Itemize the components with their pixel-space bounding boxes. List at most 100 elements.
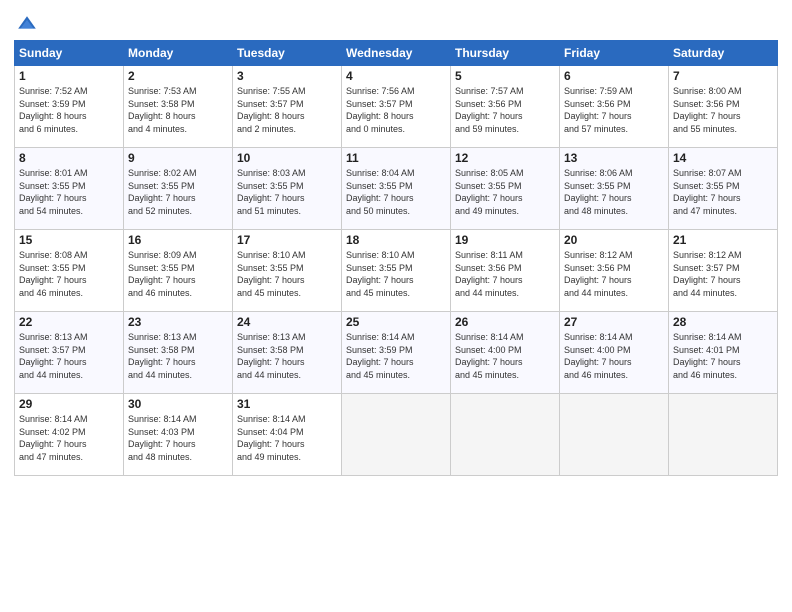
day-detail: Sunrise: 8:12 AMSunset: 3:57 PMDaylight:… bbox=[673, 249, 773, 299]
day-number: 8 bbox=[19, 151, 119, 165]
day-number: 1 bbox=[19, 69, 119, 83]
day-number: 4 bbox=[346, 69, 446, 83]
calendar-day-cell: 11 Sunrise: 8:04 AMSunset: 3:55 PMDayligh… bbox=[342, 148, 451, 230]
day-detail: Sunrise: 8:14 AMSunset: 3:59 PMDaylight:… bbox=[346, 331, 446, 381]
day-detail: Sunrise: 8:09 AMSunset: 3:55 PMDaylight:… bbox=[128, 249, 228, 299]
day-number: 24 bbox=[237, 315, 337, 329]
calendar-day-cell: 2 Sunrise: 7:53 AMSunset: 3:58 PMDaylight… bbox=[124, 66, 233, 148]
calendar-day-cell: 27 Sunrise: 8:14 AMSunset: 4:00 PMDayligh… bbox=[560, 312, 669, 394]
calendar-day-cell: 15 Sunrise: 8:08 AMSunset: 3:55 PMDayligh… bbox=[15, 230, 124, 312]
day-detail: Sunrise: 7:53 AMSunset: 3:58 PMDaylight:… bbox=[128, 85, 228, 135]
day-detail: Sunrise: 8:14 AMSunset: 4:01 PMDaylight:… bbox=[673, 331, 773, 381]
day-of-week-header: Wednesday bbox=[342, 41, 451, 66]
day-number: 5 bbox=[455, 69, 555, 83]
day-detail: Sunrise: 7:57 AMSunset: 3:56 PMDaylight:… bbox=[455, 85, 555, 135]
day-number: 27 bbox=[564, 315, 664, 329]
day-detail: Sunrise: 8:07 AMSunset: 3:55 PMDaylight:… bbox=[673, 167, 773, 217]
day-of-week-header: Tuesday bbox=[233, 41, 342, 66]
day-detail: Sunrise: 8:14 AMSunset: 4:00 PMDaylight:… bbox=[564, 331, 664, 381]
day-detail: Sunrise: 8:13 AMSunset: 3:58 PMDaylight:… bbox=[128, 331, 228, 381]
calendar-day-cell bbox=[560, 394, 669, 476]
calendar-day-cell: 28 Sunrise: 8:14 AMSunset: 4:01 PMDayligh… bbox=[669, 312, 778, 394]
day-detail: Sunrise: 8:01 AMSunset: 3:55 PMDaylight:… bbox=[19, 167, 119, 217]
calendar-week-row: 15 Sunrise: 8:08 AMSunset: 3:55 PMDayligh… bbox=[15, 230, 778, 312]
calendar-day-cell: 23 Sunrise: 8:13 AMSunset: 3:58 PMDayligh… bbox=[124, 312, 233, 394]
day-number: 31 bbox=[237, 397, 337, 411]
day-number: 29 bbox=[19, 397, 119, 411]
day-number: 26 bbox=[455, 315, 555, 329]
day-number: 20 bbox=[564, 233, 664, 247]
calendar-week-row: 8 Sunrise: 8:01 AMSunset: 3:55 PMDaylight… bbox=[15, 148, 778, 230]
calendar-day-cell: 4 Sunrise: 7:56 AMSunset: 3:57 PMDaylight… bbox=[342, 66, 451, 148]
day-detail: Sunrise: 8:06 AMSunset: 3:55 PMDaylight:… bbox=[564, 167, 664, 217]
day-detail: Sunrise: 8:14 AMSunset: 4:03 PMDaylight:… bbox=[128, 413, 228, 463]
calendar-day-cell bbox=[342, 394, 451, 476]
day-detail: Sunrise: 8:04 AMSunset: 3:55 PMDaylight:… bbox=[346, 167, 446, 217]
day-number: 25 bbox=[346, 315, 446, 329]
day-of-week-header: Thursday bbox=[451, 41, 560, 66]
calendar-day-cell: 13Sunrise: 8:06 AMSunset: 3:55 PMDayligh… bbox=[560, 148, 669, 230]
day-of-week-header: Sunday bbox=[15, 41, 124, 66]
calendar-day-cell: 10Sunrise: 8:03 AMSunset: 3:55 PMDayligh… bbox=[233, 148, 342, 230]
calendar-day-cell: 30Sunrise: 8:14 AMSunset: 4:03 PMDayligh… bbox=[124, 394, 233, 476]
calendar-day-cell: 7 Sunrise: 8:00 AMSunset: 3:56 PMDaylight… bbox=[669, 66, 778, 148]
day-number: 22 bbox=[19, 315, 119, 329]
day-number: 9 bbox=[128, 151, 228, 165]
header bbox=[14, 10, 778, 36]
day-number: 6 bbox=[564, 69, 664, 83]
calendar-day-cell: 29 Sunrise: 8:14 AMSunset: 4:02 PMDayligh… bbox=[15, 394, 124, 476]
calendar-day-cell: 22 Sunrise: 8:13 AMSunset: 3:57 PMDayligh… bbox=[15, 312, 124, 394]
day-number: 18 bbox=[346, 233, 446, 247]
day-detail: Sunrise: 8:10 AMSunset: 3:55 PMDaylight:… bbox=[237, 249, 337, 299]
day-detail: Sunrise: 8:14 AMSunset: 4:02 PMDaylight:… bbox=[19, 413, 119, 463]
day-detail: Sunrise: 8:08 AMSunset: 3:55 PMDaylight:… bbox=[19, 249, 119, 299]
day-number: 16 bbox=[128, 233, 228, 247]
calendar-day-cell: 6Sunrise: 7:59 AMSunset: 3:56 PMDaylight… bbox=[560, 66, 669, 148]
day-detail: Sunrise: 8:12 AMSunset: 3:56 PMDaylight:… bbox=[564, 249, 664, 299]
calendar-day-cell: 8 Sunrise: 8:01 AMSunset: 3:55 PMDaylight… bbox=[15, 148, 124, 230]
calendar-day-cell: 24 Sunrise: 8:13 AMSunset: 3:58 PMDayligh… bbox=[233, 312, 342, 394]
day-of-week-header: Saturday bbox=[669, 41, 778, 66]
calendar-week-row: 22 Sunrise: 8:13 AMSunset: 3:57 PMDayligh… bbox=[15, 312, 778, 394]
calendar-day-cell: 17 Sunrise: 8:10 AMSunset: 3:55 PMDayligh… bbox=[233, 230, 342, 312]
day-number: 15 bbox=[19, 233, 119, 247]
day-of-week-header: Monday bbox=[124, 41, 233, 66]
calendar-day-cell: 1 Sunrise: 7:52 AMSunset: 3:59 PMDaylight… bbox=[15, 66, 124, 148]
calendar-day-cell: 9Sunrise: 8:02 AMSunset: 3:55 PMDaylight… bbox=[124, 148, 233, 230]
day-detail: Sunrise: 7:52 AMSunset: 3:59 PMDaylight:… bbox=[19, 85, 119, 135]
day-detail: Sunrise: 8:00 AMSunset: 3:56 PMDaylight:… bbox=[673, 85, 773, 135]
calendar-day-cell: 25 Sunrise: 8:14 AMSunset: 3:59 PMDayligh… bbox=[342, 312, 451, 394]
day-number: 14 bbox=[673, 151, 773, 165]
day-number: 7 bbox=[673, 69, 773, 83]
day-detail: Sunrise: 7:56 AMSunset: 3:57 PMDaylight:… bbox=[346, 85, 446, 135]
day-detail: Sunrise: 8:03 AMSunset: 3:55 PMDaylight:… bbox=[237, 167, 337, 217]
day-number: 2 bbox=[128, 69, 228, 83]
day-of-week-header: Friday bbox=[560, 41, 669, 66]
day-detail: Sunrise: 8:11 AMSunset: 3:56 PMDaylight:… bbox=[455, 249, 555, 299]
day-detail: Sunrise: 8:13 AMSunset: 3:58 PMDaylight:… bbox=[237, 331, 337, 381]
day-number: 19 bbox=[455, 233, 555, 247]
calendar-header-row: SundayMondayTuesdayWednesdayThursdayFrid… bbox=[15, 41, 778, 66]
day-detail: Sunrise: 8:05 AMSunset: 3:55 PMDaylight:… bbox=[455, 167, 555, 217]
calendar-day-cell: 31 Sunrise: 8:14 AMSunset: 4:04 PMDayligh… bbox=[233, 394, 342, 476]
calendar-day-cell: 20 Sunrise: 8:12 AMSunset: 3:56 PMDayligh… bbox=[560, 230, 669, 312]
day-detail: Sunrise: 7:55 AMSunset: 3:57 PMDaylight:… bbox=[237, 85, 337, 135]
day-detail: Sunrise: 8:14 AMSunset: 4:04 PMDaylight:… bbox=[237, 413, 337, 463]
calendar-day-cell: 12 Sunrise: 8:05 AMSunset: 3:55 PMDayligh… bbox=[451, 148, 560, 230]
day-number: 21 bbox=[673, 233, 773, 247]
calendar-day-cell: 26Sunrise: 8:14 AMSunset: 4:00 PMDayligh… bbox=[451, 312, 560, 394]
day-number: 3 bbox=[237, 69, 337, 83]
calendar-day-cell: 19 Sunrise: 8:11 AMSunset: 3:56 PMDayligh… bbox=[451, 230, 560, 312]
day-number: 17 bbox=[237, 233, 337, 247]
calendar-week-row: 1 Sunrise: 7:52 AMSunset: 3:59 PMDaylight… bbox=[15, 66, 778, 148]
day-number: 28 bbox=[673, 315, 773, 329]
calendar-day-cell: 3 Sunrise: 7:55 AMSunset: 3:57 PMDaylight… bbox=[233, 66, 342, 148]
day-number: 23 bbox=[128, 315, 228, 329]
calendar-day-cell: 21 Sunrise: 8:12 AMSunset: 3:57 PMDayligh… bbox=[669, 230, 778, 312]
logo-icon bbox=[16, 14, 38, 36]
day-number: 12 bbox=[455, 151, 555, 165]
day-detail: Sunrise: 8:13 AMSunset: 3:57 PMDaylight:… bbox=[19, 331, 119, 381]
calendar-table: SundayMondayTuesdayWednesdayThursdayFrid… bbox=[14, 40, 778, 476]
day-number: 11 bbox=[346, 151, 446, 165]
calendar-day-cell bbox=[669, 394, 778, 476]
